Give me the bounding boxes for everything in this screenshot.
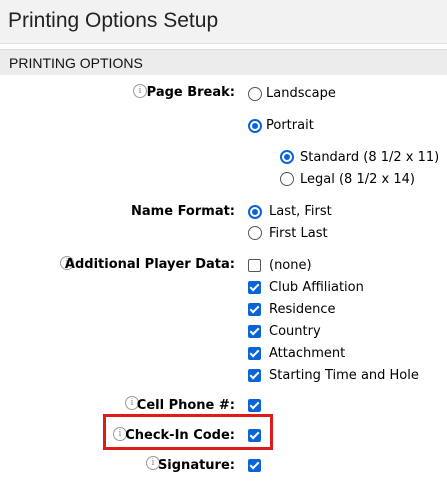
cell-phone-label: Cell Phone #:	[136, 398, 235, 413]
additional-player-data-label: Additional Player Data:	[64, 257, 235, 272]
first-last-radio[interactable]	[248, 226, 262, 240]
standard-paper-label[interactable]: Standard (8 1/2 x 11)	[300, 150, 439, 165]
none-checkbox[interactable]	[248, 259, 261, 272]
legal-paper-radio[interactable]	[280, 172, 294, 186]
check-in-code-checkbox[interactable]	[248, 429, 261, 442]
attachment-label[interactable]: Attachment	[269, 346, 345, 361]
page-break-label: Page Break:	[146, 85, 235, 100]
last-first-radio[interactable]	[248, 205, 262, 219]
check-in-code-label: Check-In Code:	[125, 428, 235, 443]
page-title: Printing Options Setup	[8, 9, 219, 32]
portrait-radio[interactable]	[248, 119, 262, 133]
name-format-label: Name Format:	[131, 204, 235, 219]
first-last-label[interactable]: First Last	[269, 226, 328, 241]
landscape-label[interactable]: Landscape	[266, 86, 336, 101]
attachment-checkbox[interactable]	[248, 347, 261, 360]
signature-checkbox[interactable]	[248, 459, 261, 472]
none-label[interactable]: (none)	[269, 258, 312, 273]
starting-time-label[interactable]: Starting Time and Hole	[269, 368, 419, 383]
standard-paper-radio[interactable]	[280, 150, 294, 164]
residence-checkbox[interactable]	[248, 303, 261, 316]
legal-paper-label[interactable]: Legal (8 1/2 x 14)	[300, 172, 415, 187]
landscape-radio[interactable]	[248, 87, 262, 101]
club-affiliation-label[interactable]: Club Affiliation	[269, 280, 364, 295]
country-checkbox[interactable]	[248, 325, 261, 338]
club-affiliation-checkbox[interactable]	[248, 281, 261, 294]
section-header: PRINTING OPTIONS	[0, 49, 447, 75]
starting-time-checkbox[interactable]	[248, 369, 261, 382]
country-label[interactable]: Country	[269, 324, 321, 339]
section-title: PRINTING OPTIONS	[9, 55, 143, 71]
cell-phone-checkbox[interactable]	[248, 399, 261, 412]
portrait-label[interactable]: Portrait	[266, 118, 314, 133]
last-first-label[interactable]: Last, First	[269, 204, 332, 219]
page-break-info-icon[interactable]: i	[133, 84, 147, 98]
signature-label: Signature:	[157, 458, 235, 473]
residence-label[interactable]: Residence	[269, 302, 335, 317]
title-bar: Printing Options Setup	[0, 0, 447, 44]
